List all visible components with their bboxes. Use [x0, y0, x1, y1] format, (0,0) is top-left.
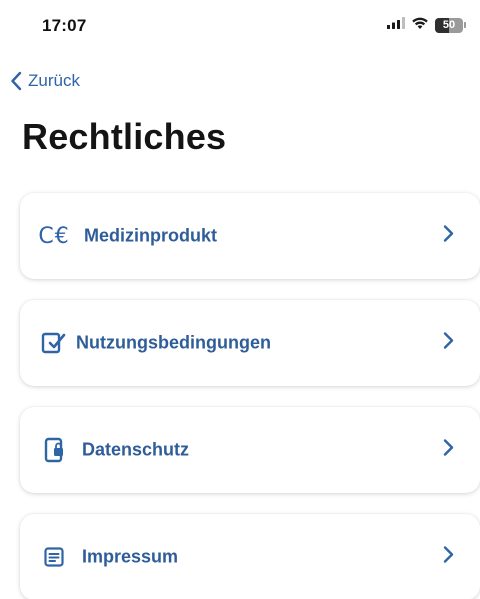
- list-item-impressum[interactable]: Impressum: [20, 514, 480, 599]
- list-item-medizinprodukt[interactable]: C€ Medizinprodukt: [20, 193, 480, 279]
- ce-mark-text: C€: [38, 223, 70, 249]
- chevron-left-icon: [10, 71, 22, 91]
- back-button[interactable]: Zurück: [10, 66, 80, 96]
- list-item-label: Nutzungsbedingungen: [76, 332, 271, 353]
- battery-icon: 50: [435, 17, 463, 33]
- chevron-right-icon: [443, 332, 454, 355]
- status-time: 17:07: [42, 16, 87, 35]
- page-title: Rechtliches: [22, 116, 227, 157]
- back-label: Zurück: [28, 71, 80, 90]
- screen: 17:07 50 Zurück Rechtliches C€ Medizinpr…: [0, 0, 480, 599]
- list-item-label: Datenschutz: [82, 439, 190, 460]
- list-item-label: Medizinprodukt: [84, 225, 217, 246]
- battery-level: 50: [442, 19, 456, 31]
- list-item-nutzungsbedingungen[interactable]: Nutzungsbedingungen: [20, 300, 480, 386]
- chevron-right-icon: [443, 546, 454, 569]
- legal-list: C€ Medizinprodukt Nutzungsbedingungen Da…: [20, 193, 480, 599]
- status-icons: 50: [387, 14, 466, 36]
- ce-mark-icon: C€: [38, 222, 70, 250]
- signal-icon: [387, 16, 405, 34]
- phone-lock-icon: [40, 436, 68, 464]
- status-bar: 17:07 50: [0, 0, 480, 56]
- list-item-label: Impressum: [82, 546, 179, 567]
- document-check-icon: [40, 329, 68, 357]
- chevron-right-icon: [443, 439, 454, 462]
- battery-tip: [464, 22, 466, 28]
- chevron-right-icon: [443, 225, 454, 248]
- wifi-icon: [411, 16, 429, 35]
- text-document-icon: [40, 543, 68, 571]
- list-item-datenschutz[interactable]: Datenschutz: [20, 407, 480, 493]
